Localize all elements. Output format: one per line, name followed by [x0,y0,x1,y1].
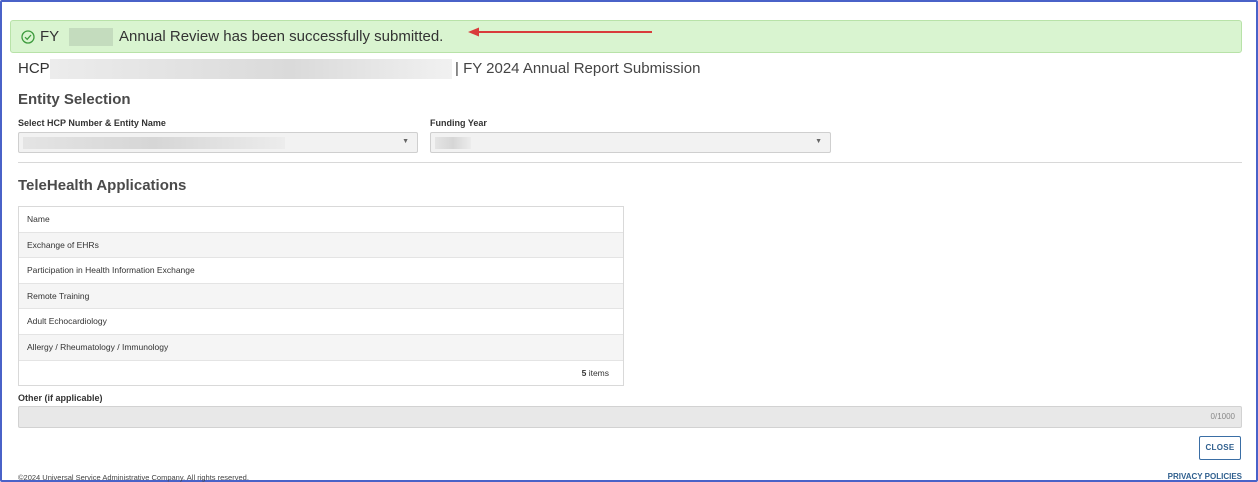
redacted-year [69,28,113,46]
table-row[interactable]: Adult Echocardiology [19,309,623,335]
hcp-prefix: HCP [18,60,50,77]
section-divider [18,162,1242,163]
table-row[interactable]: Exchange of EHRs [19,232,623,259]
chevron-down-icon: ▼ [402,138,409,145]
close-button[interactable]: CLOSE [1199,436,1241,460]
redacted-year-value [435,137,471,149]
table-row[interactable]: Allergy / Rheumatology / Immunology [19,334,623,361]
telehealth-grid: Name Exchange of EHRs Participation in H… [18,206,624,386]
entity-selection-heading: Entity Selection [18,91,131,108]
red-arrow-annotation [468,27,652,37]
telehealth-heading: TeleHealth Applications [18,177,187,194]
grid-item-count: 5 items [19,361,623,385]
funding-year-label: Funding Year [430,118,487,128]
hcp-select-label: Select HCP Number & Entity Name [18,118,166,128]
redacted-hcp-value [23,137,285,149]
table-row[interactable]: Participation in Health Information Exch… [19,258,623,284]
other-textarea[interactable]: 0/1000 [18,406,1242,428]
item-count-number: 5 [581,367,587,378]
copyright-text: ©2024 Universal Service Administrative C… [18,473,249,482]
chevron-down-icon: ▼ [815,138,822,145]
other-label: Other (if applicable) [18,393,103,403]
column-header-name[interactable]: Name [19,207,623,233]
table-row[interactable]: Remote Training [19,283,623,310]
redacted-hcp-name [50,59,452,79]
alert-message: Annual Review has been successfully subm… [119,28,444,45]
funding-year-select[interactable]: ▼ [430,132,831,153]
char-counter: 0/1000 [1210,412,1235,421]
check-circle-icon [21,30,35,44]
privacy-policies-link[interactable]: PRIVACY POLICIES [1168,472,1242,481]
hcp-entity-select[interactable]: ▼ [18,132,418,153]
item-count-suffix: items [588,367,609,378]
page-title: | FY 2024 Annual Report Submission [455,60,701,77]
alert-fy-prefix: FY [40,28,60,45]
